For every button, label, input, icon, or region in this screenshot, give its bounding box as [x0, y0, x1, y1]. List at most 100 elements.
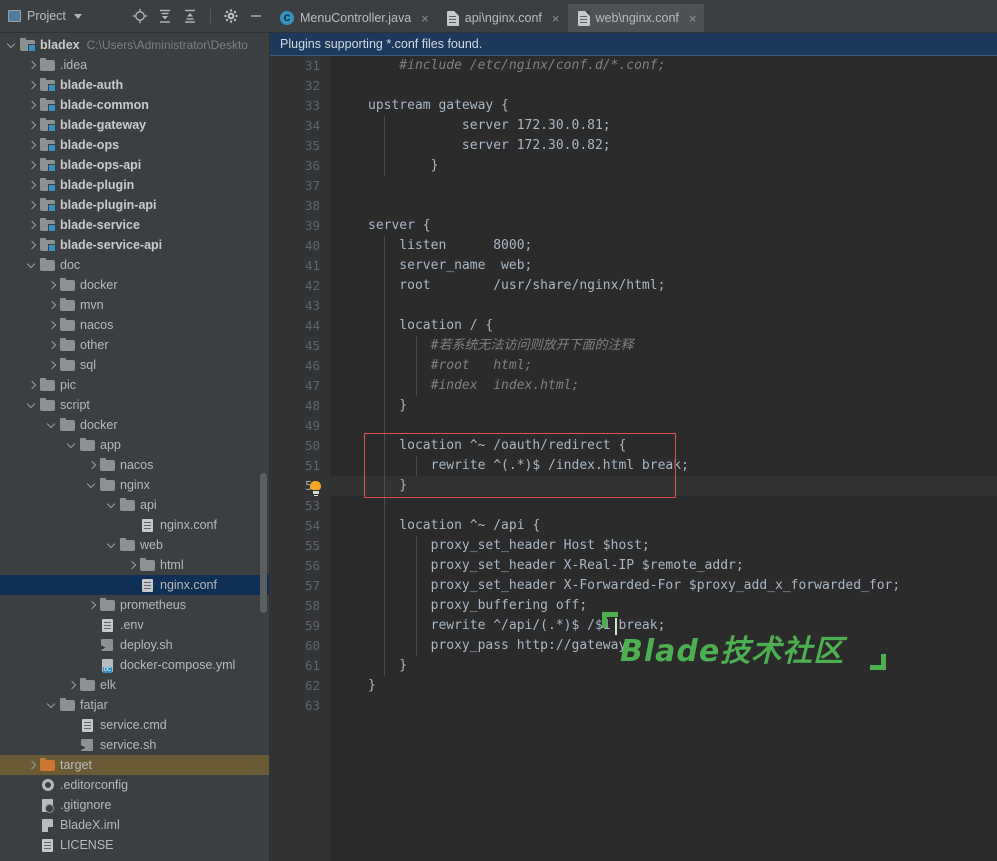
chevron-down-icon[interactable]	[66, 440, 77, 451]
code-line[interactable]: #index index.html;	[330, 376, 997, 396]
code-line[interactable]	[330, 196, 997, 216]
code-line[interactable]: server {	[330, 216, 997, 236]
code-line[interactable]: }	[330, 476, 997, 496]
chevron-right-icon[interactable]	[46, 360, 57, 371]
code-line[interactable]	[330, 696, 997, 716]
code-line[interactable]: #root html;	[330, 356, 997, 376]
tree-node-blade-plugin[interactable]: blade-plugin	[0, 175, 270, 195]
tree-node-docker[interactable]: docker	[0, 275, 270, 295]
tree-node-other[interactable]: other	[0, 335, 270, 355]
code-line[interactable]: }	[330, 156, 997, 176]
code-line[interactable]: server_name web;	[330, 256, 997, 276]
chevron-right-icon[interactable]	[26, 140, 37, 151]
code-line[interactable]	[330, 76, 997, 96]
code-line[interactable]: #若系统无法访问则放开下面的注释	[330, 336, 997, 356]
chevron-right-icon[interactable]	[26, 100, 37, 111]
chevron-down-icon[interactable]	[6, 40, 17, 51]
line-number-gutter[interactable]: 31 32 33 34 35 36 37 38 39 40 41 42 43 44 45 46 47 48 49 50…	[270, 56, 330, 861]
code-line[interactable]: proxy_buffering off;	[330, 596, 997, 616]
tree-node-blade-ops[interactable]: blade-ops	[0, 135, 270, 155]
tree-node-nginx-conf[interactable]: nginx.conf	[0, 575, 270, 595]
minimize-icon[interactable]	[248, 8, 264, 24]
tree-node-blade-service[interactable]: blade-service	[0, 215, 270, 235]
tree-node-bladex-iml[interactable]: BladeX.iml	[0, 815, 270, 835]
tree-node-nacos[interactable]: nacos	[0, 455, 270, 475]
code-line[interactable]	[330, 296, 997, 316]
chevron-right-icon[interactable]	[26, 120, 37, 131]
expand-all-icon[interactable]	[157, 8, 173, 24]
tree-node-service-sh[interactable]: service.sh	[0, 735, 270, 755]
code-line[interactable]: location ^~ /oauth/redirect {	[330, 436, 997, 456]
plugin-notification-bar[interactable]: Plugins supporting *.conf files found.	[270, 33, 997, 56]
editor-tab-0[interactable]: C MenuController.java ×	[270, 4, 437, 32]
code-content[interactable]: #include /etc/nginx/conf.d/*.conf; upstre…	[330, 56, 997, 861]
collapse-all-icon[interactable]	[182, 8, 198, 24]
chevron-down-icon[interactable]	[106, 500, 117, 511]
code-line[interactable]: }	[330, 676, 997, 696]
editor-tab-1[interactable]: api\nginx.conf ×	[437, 4, 568, 32]
chevron-right-icon[interactable]	[26, 760, 37, 771]
tree-node-license[interactable]: LICENSE	[0, 835, 270, 855]
tree-node-mvn[interactable]: mvn	[0, 295, 270, 315]
tree-node-nginx-conf[interactable]: nginx.conf	[0, 515, 270, 535]
code-line[interactable]: upstream gateway {	[330, 96, 997, 116]
chevron-down-icon[interactable]	[73, 13, 82, 19]
code-line[interactable]: listen 8000;	[330, 236, 997, 256]
tree-node-blade-plugin-api[interactable]: blade-plugin-api	[0, 195, 270, 215]
code-line[interactable]	[330, 496, 997, 516]
chevron-right-icon[interactable]	[26, 240, 37, 251]
tree-node-script[interactable]: script	[0, 395, 270, 415]
tree-node-docker-compose-yml[interactable]: docker-compose.yml	[0, 655, 270, 675]
chevron-right-icon[interactable]	[26, 180, 37, 191]
tree-node-nacos[interactable]: nacos	[0, 315, 270, 335]
code-line[interactable]: }	[330, 396, 997, 416]
chevron-right-icon[interactable]	[26, 60, 37, 71]
tree-node--gitignore[interactable]: .gitignore	[0, 795, 270, 815]
chevron-right-icon[interactable]	[46, 280, 57, 291]
code-line[interactable]	[330, 176, 997, 196]
chevron-down-icon[interactable]	[46, 420, 57, 431]
tree-node-prometheus[interactable]: prometheus	[0, 595, 270, 615]
close-icon[interactable]: ×	[421, 12, 429, 25]
chevron-right-icon[interactable]	[46, 340, 57, 351]
tree-node-service-cmd[interactable]: service.cmd	[0, 715, 270, 735]
code-line[interactable]: server 172.30.0.81;	[330, 116, 997, 136]
chevron-down-icon[interactable]	[46, 700, 57, 711]
chevron-right-icon[interactable]	[26, 80, 37, 91]
tree-node-api[interactable]: api	[0, 495, 270, 515]
tree-node-blade-gateway[interactable]: blade-gateway	[0, 115, 270, 135]
chevron-right-icon[interactable]	[26, 200, 37, 211]
tree-node-docker[interactable]: docker	[0, 415, 270, 435]
locate-icon[interactable]	[132, 8, 148, 24]
chevron-right-icon[interactable]	[46, 300, 57, 311]
tree-node-nginx[interactable]: nginx	[0, 475, 270, 495]
code-line[interactable]: location ^~ /api {	[330, 516, 997, 536]
intention-bulb-icon[interactable]	[310, 481, 321, 494]
editor-tab-2[interactable]: web\nginx.conf ×	[567, 4, 705, 32]
code-line[interactable]: server 172.30.0.82;	[330, 136, 997, 156]
tree-node-pic[interactable]: pic	[0, 375, 270, 395]
code-line[interactable]: proxy_set_header Host $host;	[330, 536, 997, 556]
tree-node-blade-ops-api[interactable]: blade-ops-api	[0, 155, 270, 175]
tree-node-blade-auth[interactable]: blade-auth	[0, 75, 270, 95]
chevron-down-icon[interactable]	[26, 260, 37, 271]
chevron-right-icon[interactable]	[26, 380, 37, 391]
chevron-right-icon[interactable]	[86, 600, 97, 611]
tree-node-target[interactable]: target	[0, 755, 270, 775]
chevron-right-icon[interactable]	[26, 220, 37, 231]
code-line[interactable]: proxy_set_header X-Forwarded-For $proxy_…	[330, 576, 997, 596]
code-line[interactable]: proxy_set_header X-Real-IP $remote_addr;	[330, 556, 997, 576]
tree-node-html[interactable]: html	[0, 555, 270, 575]
chevron-down-icon[interactable]	[106, 540, 117, 551]
close-icon[interactable]: ×	[552, 12, 560, 25]
sidebar-scrollbar[interactable]	[260, 473, 267, 613]
tree-node--editorconfig[interactable]: .editorconfig	[0, 775, 270, 795]
code-line[interactable]: #include /etc/nginx/conf.d/*.conf;	[330, 56, 997, 76]
tree-node-web[interactable]: web	[0, 535, 270, 555]
close-icon[interactable]: ×	[689, 12, 697, 25]
chevron-down-icon[interactable]	[26, 400, 37, 411]
tree-node-app[interactable]: app	[0, 435, 270, 455]
code-line[interactable]	[330, 416, 997, 436]
chevron-right-icon[interactable]	[26, 160, 37, 171]
tree-node--idea[interactable]: .idea	[0, 55, 270, 75]
